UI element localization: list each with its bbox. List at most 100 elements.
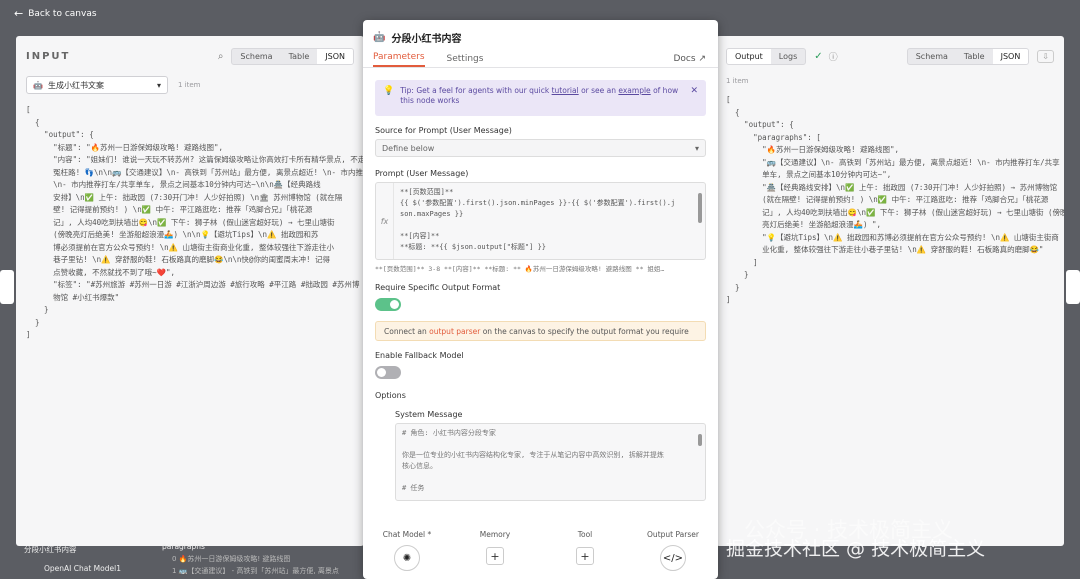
input-title: INPUT — [26, 50, 71, 62]
input-panel: INPUT ⌕ Schema Table JSON 🤖 生成小红书文案 ▾ 1 … — [16, 36, 364, 546]
json-line: \n- 市内推荐打车/共享单车, 景点之间基本10分钟内可达~\n\n🏯【经典路… — [26, 180, 321, 189]
arrow-left-icon: ← — [14, 7, 24, 20]
json-line: ] — [726, 295, 731, 304]
chat-model-connector: Chat Model * ✺ — [367, 530, 447, 571]
node-selector-value: 生成小红书文案 — [47, 80, 104, 90]
prompt-preview: **[页数范围]** 3-8 **[内容]** **标题: ** 🔥苏州一日游保… — [375, 265, 665, 273]
output-parser-link[interactable]: output parser — [429, 327, 480, 336]
left-edge-handle[interactable] — [0, 270, 14, 304]
specific-format-toggle[interactable] — [375, 298, 401, 311]
json-line: 巷子里钻! \n⚠️ 穿舒服的鞋! 石板路真的磨脚😂\n\n快@你的闺蜜周末冲!… — [26, 255, 330, 264]
output-parser-connector: Output Parser </> — [633, 530, 713, 571]
chevron-down-icon: ▾ — [156, 80, 161, 90]
right-edge-handle[interactable] — [1066, 270, 1080, 304]
canvas-node-label: 分段小红书内容 — [24, 545, 77, 554]
view-switch: Schema Table JSON — [906, 47, 1030, 65]
external-link-icon: ↗ — [698, 54, 706, 64]
tool-label: Tool — [577, 530, 593, 539]
prompt-code: **[页数范围]** {{ $('参数配置').first().json.minP… — [394, 183, 681, 259]
system-message-line — [402, 472, 699, 483]
json-line: "output": { — [726, 120, 794, 129]
tab-json[interactable]: JSON — [317, 48, 353, 64]
json-line: 物馆 #小红书爆款" — [26, 292, 120, 302]
prompt-editor[interactable]: fx **[页数范围]** {{ $('参数配置').first().json.m… — [375, 182, 706, 260]
canvas-sub-label: OpenAI Chat Model1 — [44, 564, 121, 573]
fallback-toggle[interactable] — [375, 366, 401, 379]
watermark-line2: 掘金技术社区 @ 技术极简主义 — [726, 538, 986, 560]
memory-label: Memory — [479, 530, 511, 539]
json-line: 安排】\n✅ 上午: 拙政园 (7:30开门冲! 人少好拍照) \n🏛 苏州博物… — [26, 192, 343, 202]
warn-suffix: on the canvas to specify the output form… — [482, 326, 689, 336]
json-line: } — [26, 317, 40, 327]
editor-scrollbar[interactable] — [698, 193, 702, 223]
output-parser-notice: Connect an output parser on the canvas t… — [375, 321, 706, 341]
output-parser-label: Output Parser — [647, 530, 699, 539]
tab-schema[interactable]: Schema — [232, 49, 280, 64]
editor-scrollbar[interactable] — [698, 434, 702, 446]
prompt-line: **标题: **{{ $json.output["标题"] }} — [400, 243, 547, 251]
docs-link[interactable]: Docs ↗ — [674, 54, 707, 64]
tab-logs[interactable]: Logs — [771, 49, 805, 64]
openai-icon[interactable]: ✺ — [394, 545, 420, 571]
json-line: "output": { — [26, 130, 94, 139]
json-line: "内容": "姐妹们! 谁说一天玩不转苏州? 这篇保姆级攻略让你高效打卡所有精华… — [26, 155, 364, 164]
tip-prefix: Tip: Get a feel for agents with our quic… — [400, 86, 552, 95]
json-line: "paragraphs": [ — [726, 132, 821, 142]
source-select[interactable]: Define below ▾ — [375, 139, 706, 157]
node-title[interactable]: 分段小红书内容 — [391, 30, 461, 45]
node-selector[interactable]: 🤖 生成小红书文案 ▾ — [26, 76, 168, 94]
tab-schema[interactable]: Schema — [908, 49, 956, 64]
tab-output[interactable]: Output — [727, 48, 771, 64]
json-line: 记」, 人均40吃到扶墙出😋\n✅ 下午: 狮子林 (假山迷宫超好玩) → 七里… — [26, 217, 335, 227]
sub-node-connectors: Chat Model * ✺ Memory + Tool + Output Pa… — [363, 530, 718, 579]
json-line: 记」, 人均40吃到扶墙出😋\n✅ 下午: 狮子林 (假山迷宫超好玩) → 七里… — [726, 207, 1064, 217]
canvas-paragraphs-label: paragraphs — [162, 542, 205, 551]
search-icon[interactable]: ⌕ — [218, 51, 224, 62]
json-line: } — [726, 282, 740, 292]
system-message-line — [402, 439, 699, 450]
json-line: [ — [26, 105, 31, 114]
back-label: Back to canvas — [28, 8, 97, 19]
system-message-editor[interactable]: # 角色: 小红书内容分段专家 你是一位专业的小红书内容结构化专家, 专注于从笔… — [395, 423, 706, 501]
json-line: } — [726, 270, 749, 279]
add-memory-button[interactable]: + — [486, 547, 504, 565]
prompt-line: **[内容]** — [400, 232, 440, 240]
output-panel: Output Logs ✓ ⓘ Schema Table JSON ⇩ 1 it… — [716, 36, 1064, 546]
chat-model-label: Chat Model * — [382, 530, 432, 539]
system-message-line: # 角色: 小红书内容分段专家 — [402, 429, 496, 437]
json-line: 亮灯后绝美! 坐游船超浪漫🚣) ", — [726, 220, 882, 229]
prompt-label: Prompt (User Message) — [375, 169, 469, 178]
example-link[interactable]: example — [618, 86, 650, 95]
tutorial-link[interactable]: tutorial — [552, 86, 579, 95]
pin-icon[interactable]: ⇩ — [1037, 49, 1054, 63]
tab-parameters[interactable]: Parameters — [373, 52, 425, 67]
json-view: [ { "output": { "标题": "🔥苏州一日游保姆级攻略! 避路线图… — [26, 104, 364, 546]
tab-table[interactable]: Table — [956, 49, 993, 64]
warn-prefix: Connect an — [384, 326, 427, 336]
json-line: 壁! 记得提前预约! ) \n✅ 中午: 平江路逛吃: 推荐「鸡脚合兄」「桃花源 — [26, 205, 313, 214]
system-message-label: System Message — [395, 410, 463, 419]
robot-icon: 🤖 — [33, 80, 43, 90]
output-logs-switch: Output Logs — [726, 47, 807, 65]
back-to-canvas-link[interactable]: ← Back to canvas — [14, 7, 97, 20]
code-icon[interactable]: </> — [660, 545, 686, 571]
success-check-icon: ✓ — [814, 50, 823, 62]
tab-table[interactable]: Table — [281, 49, 318, 64]
json-line: [ — [726, 95, 731, 104]
view-switch: Schema Table JSON — [231, 47, 354, 65]
prompt-line: son.maxPages }} — [400, 210, 464, 218]
prompt-line — [400, 220, 675, 231]
tab-settings[interactable]: Settings — [447, 54, 484, 67]
json-line: 冤枉路! 👣\n\n🚌【交通建议】\n- 高铁到「苏州站」最方便, 离景点超近!… — [53, 167, 364, 177]
fallback-label: Enable Fallback Model — [375, 351, 464, 360]
add-tool-button[interactable]: + — [576, 547, 594, 565]
info-icon[interactable]: ⓘ — [829, 50, 838, 63]
tab-json[interactable]: JSON — [992, 48, 1029, 64]
json-line: 点赞收藏, 不然就找不到了哦~❤️", — [26, 267, 176, 277]
close-icon[interactable]: ✕ — [690, 86, 698, 96]
canvas-para-line1: 0 🔥苏州一日游保姆级攻略! 避路线图 — [172, 555, 291, 563]
item-count: 1 item — [726, 77, 749, 85]
tool-connector: Tool + — [545, 530, 625, 565]
docs-label: Docs — [673, 54, 696, 64]
json-line: "🔥苏州一日游保姆级攻略! 避路线图", — [726, 145, 900, 154]
